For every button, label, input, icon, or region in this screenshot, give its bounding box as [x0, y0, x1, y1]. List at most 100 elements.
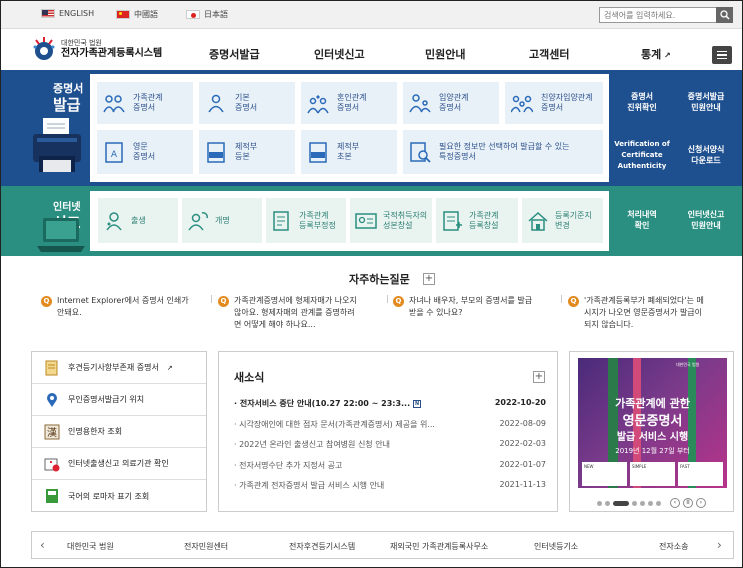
related-site-link[interactable]: 인터넷등기소	[534, 541, 578, 552]
cert-removal-extract[interactable]: 제적부 초본	[301, 130, 397, 174]
card-label: 제적부	[235, 142, 258, 151]
lang-label: 中國語	[134, 10, 158, 19]
quick-link-hanja[interactable]: 漢 인명용한자 조회	[32, 416, 206, 448]
news-panel: 새소식 + · 전자서비스 중단 안내(10.27 22:00 ~ 23:3..…	[218, 351, 558, 512]
slide-dot[interactable]	[656, 500, 661, 506]
news-item[interactable]: · 가족관계 전자증명서 발급 서비스 시행 안내 2021-11-13	[234, 480, 546, 491]
card-label: 제적부	[337, 142, 360, 151]
banner-pause-button[interactable]: II	[683, 498, 693, 508]
cert-marriage[interactable]: 혼인관계 증명서	[301, 82, 397, 124]
news-item-title: 전자서비스 중단 안내(10.27 22:00 ~ 23:3...	[239, 399, 411, 408]
cert-removal-copy[interactable]: 제적부 등본	[199, 130, 295, 174]
logo-subtitle: 대한민국 법원	[61, 38, 102, 47]
card-label: 등록창설	[469, 220, 499, 230]
card-label: 친양자입양관계	[541, 93, 593, 102]
faq-item[interactable]: Q '가족관계등록부가 폐쇄되었다'는 메 시지가 나오면 영문증명서가 발급이 되…	[568, 295, 738, 331]
cert-authenticity-link[interactable]: 증명서 진위확인	[612, 91, 672, 113]
lang-chinese-link[interactable]: 中國語	[116, 9, 158, 20]
chevron-left-icon[interactable]: ‹	[40, 538, 45, 552]
verification-english-link[interactable]: Verification of Certificate Authenticity	[612, 139, 672, 172]
side-label: 민원안내	[691, 221, 721, 230]
card-label: 필요한 정보만 선택하여 발급할 수 있는	[439, 142, 570, 151]
quick-link-guardianship[interactable]: 후견등기사항부존재 증명서 ↗	[32, 352, 206, 384]
report-surname-creation[interactable]: 국적취득자의 성본창설	[350, 198, 432, 243]
cert-civil-guide-link[interactable]: 증명서발급 민원안내	[675, 91, 737, 113]
side-label: 증명서발급	[687, 92, 725, 101]
svg-text:A: A	[111, 150, 118, 160]
form-download-link[interactable]: 신청서양식 다운로드	[675, 144, 737, 166]
card-label: 변경	[555, 220, 570, 230]
report-history-link[interactable]: 처리내역 확인	[612, 209, 672, 231]
related-site-link[interactable]: 전자민원센터	[184, 541, 228, 552]
related-sites-bar: ‹ 대한민국 법원 전자민원센터 전자후견등기시스템 재외국민 가족관계등록사무…	[31, 531, 734, 559]
banner-court-label: 대한민국 법원	[676, 362, 700, 367]
news-item[interactable]: · 시각장애인에 대한 점자 문서(가족관계증명서) 제공을 위... 2022-…	[234, 419, 546, 430]
slide-dot[interactable]	[648, 500, 653, 506]
news-item[interactable]: · 2022년 온라인 출생신고 참여병원 신청 안내 2022-02-03	[234, 439, 546, 450]
news-more-button[interactable]: +	[533, 371, 545, 383]
related-site-link[interactable]: 전자후견등기시스템	[289, 541, 355, 552]
slide-dot[interactable]	[640, 500, 645, 506]
related-site-link[interactable]: 전자소송	[659, 541, 688, 552]
cert-specific[interactable]: 필요한 정보만 선택하여 발급할 수 있는 특정증명서	[403, 130, 603, 174]
quick-link-romanization[interactable]: 국어의 로마자 표기 조회	[32, 480, 206, 512]
id-card-icon	[355, 212, 377, 229]
baby-icon	[106, 211, 122, 230]
nav-internet-report[interactable]: 인터넷신고	[314, 46, 365, 62]
faq-item[interactable]: Q 자녀나 배우자, 부모의 증명서를 발급 받을 수 있나요?	[393, 295, 558, 319]
nav-certificate[interactable]: 증명서발급	[209, 46, 260, 62]
card-label: 증명서	[337, 103, 360, 112]
report-name-change[interactable]: 개명	[182, 198, 262, 243]
report-civil-guide-link[interactable]: 인터넷신고민원안내	[675, 209, 737, 231]
quick-link-birth-hospital[interactable]: 인터넷출생신고 의료기관 확인	[32, 448, 206, 480]
location-pin-icon	[47, 392, 57, 407]
report-registry-creation[interactable]: 가족관계 등록창설	[436, 198, 518, 243]
cert-english[interactable]: A 영문 증명서	[97, 130, 193, 174]
nav-civil-guide[interactable]: 민원안내	[425, 46, 465, 62]
banner-headline: 가족관계에 관한	[615, 397, 690, 410]
banner-next-button[interactable]: ›	[696, 498, 706, 508]
side-label: 인터넷신고	[687, 210, 725, 219]
slide-dot[interactable]	[632, 500, 637, 506]
english-doc-icon: A	[105, 142, 123, 163]
cert-basic[interactable]: 기본 증명서	[199, 82, 295, 124]
slide-dot[interactable]	[605, 500, 610, 506]
card-label: 입양관계	[439, 93, 469, 102]
cert-full-adoption[interactable]: 친양자입양관계 증명서	[505, 82, 603, 124]
search-doc-icon	[410, 142, 431, 163]
family-heart-icon	[511, 95, 533, 113]
search-input[interactable]	[599, 7, 733, 23]
faq-item[interactable]: Q Internet Explorer에서 증명서 인쇄가 안돼요.	[41, 295, 211, 319]
card-label: 등본	[235, 152, 250, 161]
report-birth[interactable]: 출생	[98, 198, 178, 243]
nav-statistics[interactable]: 통계 ↗	[641, 46, 671, 62]
question-icon: Q	[568, 296, 579, 307]
chevron-right-icon[interactable]: ›	[717, 538, 722, 552]
news-item[interactable]: · 전자서비스 중단 안내(10.27 22:00 ~ 23:3... N 2022…	[234, 398, 546, 409]
news-item-date: 2021-11-13	[499, 480, 547, 489]
cert-family-relation[interactable]: 가족관계 증명서	[97, 82, 193, 124]
faq-more-button[interactable]: +	[423, 273, 435, 285]
lang-label: ENGLISH	[59, 9, 95, 18]
hamburger-menu-button[interactable]	[712, 46, 732, 64]
faq-item[interactable]: Q 가족관계증명서에 형제자매가 나오지 않아요. 형제자매의 관계를 증명하려 면…	[218, 295, 383, 331]
search-button[interactable]	[716, 7, 733, 23]
report-domicile-change[interactable]: 등록기준지 변경	[522, 198, 603, 243]
related-site-link[interactable]: 대한민국 법원	[67, 541, 114, 552]
quick-link-kiosk-location[interactable]: 무인증명서발급기 위치	[32, 384, 206, 416]
news-item-date: 2022-10-20	[494, 398, 546, 407]
news-item[interactable]: · 전자서명수단 추가 지정서 공고 2022-01-07	[234, 460, 546, 471]
lang-english-link[interactable]: ENGLISH	[41, 9, 94, 18]
slide-dot-active[interactable]	[613, 500, 629, 506]
news-item-date: 2022-08-09	[499, 419, 547, 428]
site-logo[interactable]: 대한민국 법원 전자가족관계등록시스템	[31, 36, 162, 62]
cert-adoption[interactable]: 입양관계 증명서	[403, 82, 499, 124]
related-site-link[interactable]: 재외국민 가족관계등록사무소	[390, 541, 488, 552]
side-label: 확인	[634, 221, 650, 230]
slide-dot[interactable]	[597, 500, 602, 506]
banner-image[interactable]: 대한민국 법원 가족관계에 관한 영문증명서 발급 서비스 시행 2019년 1…	[578, 358, 727, 488]
report-registry-correction[interactable]: 가족관계 등록부정정	[266, 198, 346, 243]
banner-prev-button[interactable]: ‹	[670, 498, 680, 508]
lang-japanese-link[interactable]: 日本語	[186, 9, 228, 20]
nav-customer-center[interactable]: 고객센터	[529, 46, 569, 62]
